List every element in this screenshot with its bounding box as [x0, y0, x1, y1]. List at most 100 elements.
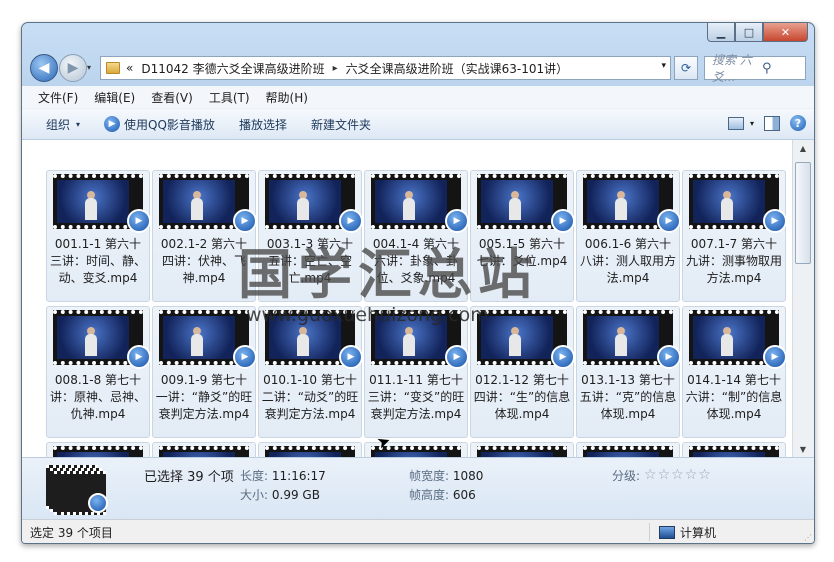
navigation-bar: ◀ ▶ ▾ « D11042 李德六爻全课高级进阶班 ▸ 六爻全课高级进阶班（实… [22, 51, 814, 85]
close-button[interactable]: ✕ [763, 23, 808, 42]
file-item[interactable]: ▶ 011.1-11 第七十三讲：“变爻”的旺衰判定方法.mp4 [364, 306, 469, 438]
breadcrumb-item-folder[interactable]: 六爻全课高级进阶班（实战课63-101讲） [346, 60, 569, 77]
length-label: 长度: [240, 469, 269, 483]
rating-star-icon[interactable]: ☆ [671, 467, 684, 483]
refresh-button[interactable]: ⟳ [674, 56, 698, 80]
file-name: 006.1-6 第六十八讲：测人取用方法.mp4 [579, 237, 676, 285]
qq-player-icon: ▶ [657, 209, 681, 233]
menu-help[interactable]: 帮助(H) [266, 87, 308, 108]
menu-tools[interactable]: 工具(T) [209, 87, 250, 108]
recent-pages-dropdown[interactable]: ▾ [87, 63, 91, 72]
selection-thumbnail [46, 463, 110, 515]
file-name: 009.1-9 第七十一讲：“静爻”的旺衰判定方法.mp4 [155, 373, 253, 421]
video-thumbnail: ▶ [583, 310, 681, 369]
file-item[interactable]: ▶ 007.1-7 第六十九讲：测事物取用方法.mp4 [682, 170, 787, 302]
qq-player-icon: ▶ [104, 116, 121, 132]
frame-height-value: 606 [452, 488, 476, 502]
menu-edit[interactable]: 编辑(E) [94, 87, 135, 108]
menu-view[interactable]: 查看(V) [151, 87, 193, 108]
selected-count: 已选择 39 个项 [144, 470, 234, 485]
file-item[interactable]: ▶ 013.1-13 第七十五讲：“克”的信息体现.mp4 [576, 306, 681, 438]
breadcrumb-overflow-chevron[interactable]: « [126, 61, 133, 75]
length-value: 11:16:17 [271, 469, 326, 483]
play-selection-button[interactable]: 播放选择 [239, 116, 287, 133]
file-item[interactable]: ▶ 005.1-5 第六十七讲：爻位.mp4 [470, 170, 575, 302]
file-name: 003.1-3 第六十五讲：空亡、空亡.mp4 [266, 237, 354, 285]
video-thumbnail: ▶ [53, 446, 143, 457]
video-thumbnail: ▶ [689, 174, 787, 233]
video-thumbnail: ▶ [477, 310, 575, 369]
maximize-button[interactable]: □ [735, 23, 763, 42]
search-box[interactable]: 搜索 六爻... ⚲ [704, 53, 806, 84]
rating-star-icon[interactable]: ☆ [644, 467, 657, 483]
play-with-qq-button[interactable]: ▶ 使用QQ影音播放 [104, 116, 215, 133]
breadcrumb-separator-icon[interactable]: ▸ [333, 63, 338, 74]
file-item[interactable]: ▶ [470, 442, 574, 457]
file-item[interactable]: ▶ [682, 442, 786, 457]
file-name: 008.1-8 第七十讲：原神、忌神、仇神.mp4 [49, 373, 146, 421]
rating-star-icon[interactable]: ☆ [698, 467, 711, 483]
qq-player-icon: ▶ [127, 345, 151, 369]
back-button[interactable]: ◀ [30, 54, 58, 82]
scrollbar-thumb[interactable] [795, 162, 811, 264]
new-folder-label: 新建文件夹 [310, 117, 371, 132]
video-thumbnail: ▶ [265, 174, 363, 233]
new-folder-button[interactable]: 新建文件夹 [311, 116, 371, 133]
help-icon[interactable]: ? [790, 115, 806, 131]
rating-stars[interactable]: ☆ ☆ ☆ ☆ ☆ [644, 467, 711, 483]
file-item[interactable]: ▶ 014.1-14 第七十六讲：“制”的信息体现.mp4 [682, 306, 787, 438]
file-item[interactable]: ▶ 008.1-8 第七十讲：原神、忌神、仇神.mp4 [46, 306, 151, 438]
rating-star-icon[interactable]: ☆ [658, 467, 671, 483]
resize-grip-icon[interactable]: ⋰ [804, 533, 812, 542]
search-icon[interactable]: ⚲ [762, 61, 805, 76]
breadcrumb-item-course[interactable]: D11042 李德六爻全课高级进阶班 [141, 60, 324, 77]
minimize-button[interactable]: ▁ [707, 23, 735, 42]
file-item[interactable]: ▶ [576, 442, 680, 457]
qq-player-icon: ▶ [763, 345, 787, 369]
file-item[interactable]: ▶ [258, 442, 362, 457]
file-item[interactable]: ▶ 006.1-6 第六十八讲：测人取用方法.mp4 [576, 170, 681, 302]
view-options-dropdown-icon[interactable]: ▾ [750, 119, 754, 128]
vertical-scrollbar[interactable]: ▲ ▼ [792, 140, 813, 457]
rating-star-icon[interactable]: ☆ [685, 467, 698, 483]
forward-button[interactable]: ▶ [59, 54, 87, 82]
file-item[interactable]: ▶ 009.1-9 第七十一讲：“静爻”的旺衰判定方法.mp4 [152, 306, 257, 438]
scroll-up-arrow[interactable]: ▲ [793, 140, 813, 156]
scroll-down-arrow[interactable]: ▼ [793, 441, 813, 457]
file-item[interactable]: ▶ 003.1-3 第六十五讲：空亡、空亡.mp4 [258, 170, 363, 302]
file-name: 011.1-11 第七十三讲：“变爻”的旺衰判定方法.mp4 [367, 373, 465, 421]
explorer-window: ▁ □ ✕ ◀ ▶ ▾ « D11042 李德六爻全课高级进阶班 ▸ 六爻全课高… [21, 22, 815, 544]
play-with-qq-label: 使用QQ影音播放 [124, 117, 215, 132]
video-thumbnail: ▶ [583, 446, 673, 457]
file-item[interactable]: ▶ 010.1-10 第七十二讲：“动爻”的旺衰判定方法.mp4 [258, 306, 363, 438]
frame-height-label: 帧高度: [409, 488, 450, 502]
size-value: 0.99 GB [271, 488, 320, 502]
play-selection-label: 播放选择 [238, 117, 287, 132]
qq-player-icon: ▶ [551, 345, 575, 369]
file-item[interactable]: ▶ 012.1-12 第七十四讲：“生”的信息体现.mp4 [470, 306, 575, 438]
file-name: 004.1-4 第六十六讲：卦象、卦位、爻象.mp4 [372, 237, 460, 285]
preview-pane-icon[interactable] [764, 115, 780, 131]
address-dropdown-icon[interactable]: ▾ [661, 61, 666, 71]
command-bar: 组织 ▾ ▶ 使用QQ影音播放 播放选择 新建文件夹 ▾ ? [22, 109, 814, 140]
status-bar: 选定 39 个项目 计算机 ⋰ [22, 519, 814, 543]
menu-file[interactable]: 文件(F) [38, 87, 78, 108]
qq-player-icon: ▶ [233, 345, 257, 369]
video-thumbnail: ▶ [265, 310, 363, 369]
address-bar[interactable]: « D11042 李德六爻全课高级进阶班 ▸ 六爻全课高级进阶班（实战课63-1… [100, 56, 671, 80]
qq-player-icon: ▶ [445, 209, 469, 233]
rating-label: 分级: [612, 469, 641, 483]
file-item[interactable]: ▶ [46, 442, 150, 457]
file-item[interactable]: ▶ 002.1-2 第六十四讲：伏神、飞神.mp4 [152, 170, 257, 302]
file-item[interactable]: ▶ 004.1-4 第六十六讲：卦象、卦位、爻象.mp4 [364, 170, 469, 302]
qq-player-icon: ▶ [551, 209, 575, 233]
status-location-text: 计算机 [680, 526, 717, 540]
organize-button[interactable]: 组织 ▾ [46, 116, 80, 133]
video-thumbnail: ▶ [159, 310, 257, 369]
frame-width-label: 帧宽度: [409, 469, 450, 483]
video-thumbnail: ▶ [159, 174, 257, 233]
change-view-icon[interactable] [727, 116, 744, 130]
search-input[interactable]: 搜索 六爻... [712, 51, 755, 85]
file-item[interactable]: ▶ 001.1-1 第六十三讲：时间、静、动、变爻.mp4 [46, 170, 151, 302]
file-item[interactable]: ▶ [152, 442, 256, 457]
